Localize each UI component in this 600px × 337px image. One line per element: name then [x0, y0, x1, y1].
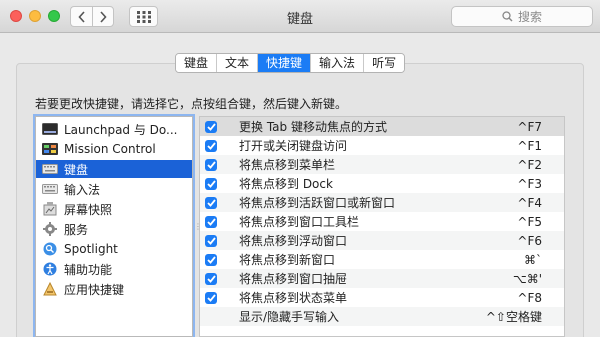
- shortcut-key[interactable]: ^F8: [484, 291, 564, 305]
- gear-icon: [42, 222, 58, 236]
- instruction-text: 若要更改快捷键，请选择它，点按组合键，然后键入新键。: [35, 97, 348, 111]
- checkbox[interactable]: [205, 291, 217, 304]
- shortcut-key[interactable]: ^F6: [484, 234, 564, 248]
- shortcut-key[interactable]: ^⇧空格键: [484, 308, 564, 325]
- tab-keyboard[interactable]: 键盘: [176, 54, 218, 72]
- checkbox[interactable]: [205, 177, 217, 190]
- checkbox[interactable]: [205, 253, 217, 266]
- shortcut-key[interactable]: ^F1: [484, 139, 564, 153]
- shortcut-label: 将焦点移到状态菜单: [239, 291, 348, 305]
- category-item-accessibility[interactable]: 辅助功能: [36, 260, 192, 278]
- tab-dictation[interactable]: 听写: [364, 54, 405, 72]
- checkmark-icon: [206, 255, 216, 264]
- table-row[interactable]: 更换 Tab 键移动焦点的方式 ^F7: [200, 117, 564, 136]
- category-label: Mission Control: [64, 142, 156, 156]
- shortcut-table: 更换 Tab 键移动焦点的方式 ^F7 打开或关闭键盘访问 ^F1 将焦点移到菜…: [199, 116, 565, 337]
- table-row[interactable]: 将焦点移到 Dock ^F3: [200, 174, 564, 193]
- shortcut-key[interactable]: ^F3: [484, 177, 564, 191]
- table-row[interactable]: 将焦点移到状态菜单 ^F8: [200, 288, 564, 307]
- category-item-mission-control[interactable]: Mission Control: [36, 140, 192, 158]
- search-placeholder: 搜索: [517, 10, 542, 24]
- search-field[interactable]: 搜索: [451, 6, 593, 27]
- table-row[interactable]: 将焦点移到浮动窗口 ^F6: [200, 231, 564, 250]
- table-row[interactable]: 将焦点移到活跃窗口或新窗口 ^F4: [200, 193, 564, 212]
- category-label: 输入法: [64, 182, 101, 197]
- checkmark-icon: [206, 274, 216, 283]
- category-item-screenshots[interactable]: 屏幕快照: [36, 200, 192, 218]
- category-item-keyboard[interactable]: 键盘: [36, 160, 192, 178]
- shortcut-key[interactable]: ⌘`: [484, 253, 564, 267]
- checkmark-icon: [206, 198, 216, 207]
- shortcut-label: 显示/隐藏手写输入: [239, 310, 340, 324]
- checkbox[interactable]: [205, 196, 217, 209]
- checkmark-icon: [206, 141, 216, 150]
- shortcut-label: 将焦点移到菜单栏: [239, 158, 336, 172]
- tab-shortcuts[interactable]: 快捷键: [258, 54, 312, 72]
- mission-control-icon: [42, 142, 58, 156]
- checkmark-icon: [206, 160, 216, 169]
- category-label: 辅助功能: [64, 262, 113, 277]
- checkbox[interactable]: [205, 215, 217, 228]
- category-label: Spotlight: [64, 242, 118, 256]
- table-row[interactable]: 将焦点移到菜单栏 ^F2: [200, 155, 564, 174]
- checkmark-icon: [206, 122, 216, 131]
- shortcut-label: 将焦点移到窗口工具栏: [239, 215, 360, 229]
- table-row[interactable]: 显示/隐藏手写输入 ^⇧空格键: [200, 307, 564, 326]
- checkmark-icon: [206, 179, 216, 188]
- category-item-launchpad-dock[interactable]: Launchpad 与 Do...: [36, 120, 192, 138]
- accessibility-icon: [42, 262, 58, 276]
- category-label: Launchpad 与 Do...: [64, 122, 178, 137]
- table-row[interactable]: 将焦点移到窗口工具栏 ^F5: [200, 212, 564, 231]
- checkmark-icon: [206, 217, 216, 226]
- tab-input-sources[interactable]: 输入法: [311, 54, 365, 72]
- category-label: 键盘: [64, 162, 89, 177]
- checkbox[interactable]: [205, 120, 217, 133]
- launchpad-icon: [42, 122, 58, 136]
- shortcut-label: 将焦点移到新窗口: [239, 253, 336, 267]
- splitter-handle[interactable]: ⋮: [194, 222, 202, 231]
- checkbox[interactable]: [205, 139, 217, 152]
- shortcut-key[interactable]: ^F4: [484, 196, 564, 210]
- category-list[interactable]: Launchpad 与 Do... Mission Control 键盘 输入法…: [35, 116, 193, 337]
- shortcut-key[interactable]: ⌥⌘': [484, 272, 564, 286]
- category-item-spotlight[interactable]: Spotlight: [36, 240, 192, 258]
- category-item-services[interactable]: 服务: [36, 220, 192, 238]
- checkmark-icon: [206, 293, 216, 302]
- title-bar: 键盘 搜索: [0, 0, 600, 33]
- app-shortcuts-icon: [42, 282, 58, 296]
- table-row[interactable]: 将焦点移到新窗口 ⌘`: [200, 250, 564, 269]
- checkbox[interactable]: [205, 158, 217, 171]
- checkbox[interactable]: [205, 234, 217, 247]
- category-item-input-sources[interactable]: 输入法: [36, 180, 192, 198]
- shortcut-label: 将焦点移到浮动窗口: [239, 234, 348, 248]
- shortcut-key[interactable]: ^F7: [484, 120, 564, 134]
- category-item-app-shortcuts[interactable]: 应用快捷键: [36, 280, 192, 298]
- table-row[interactable]: 打开或关闭键盘访问 ^F1: [200, 136, 564, 155]
- search-icon: [502, 11, 513, 22]
- tab-text[interactable]: 文本: [217, 54, 259, 72]
- keyboard-icon: [42, 162, 58, 176]
- checkbox[interactable]: [205, 272, 217, 285]
- shortcut-label: 打开或关闭键盘访问: [239, 139, 348, 153]
- checkbox[interactable]: [205, 311, 217, 323]
- table-row[interactable]: 将焦点移到窗口抽屉 ⌥⌘': [200, 269, 564, 288]
- shortcut-key[interactable]: ^F5: [484, 215, 564, 229]
- category-label: 服务: [64, 222, 89, 237]
- shortcut-key[interactable]: ^F2: [484, 158, 564, 172]
- shortcut-label: 将焦点移到 Dock: [239, 177, 333, 191]
- checkmark-icon: [206, 236, 216, 245]
- spotlight-icon: [42, 242, 58, 256]
- tab-bar: 键盘 文本 快捷键 输入法 听写: [175, 53, 406, 73]
- category-label: 应用快捷键: [64, 282, 125, 297]
- shortcut-label: 更换 Tab 键移动焦点的方式: [239, 120, 387, 134]
- input-method-icon: [42, 182, 58, 196]
- shortcut-label: 将焦点移到活跃窗口或新窗口: [239, 196, 396, 210]
- category-label: 屏幕快照: [64, 202, 113, 217]
- shortcut-label: 将焦点移到窗口抽屉: [239, 272, 348, 286]
- screenshot-icon: [42, 202, 58, 216]
